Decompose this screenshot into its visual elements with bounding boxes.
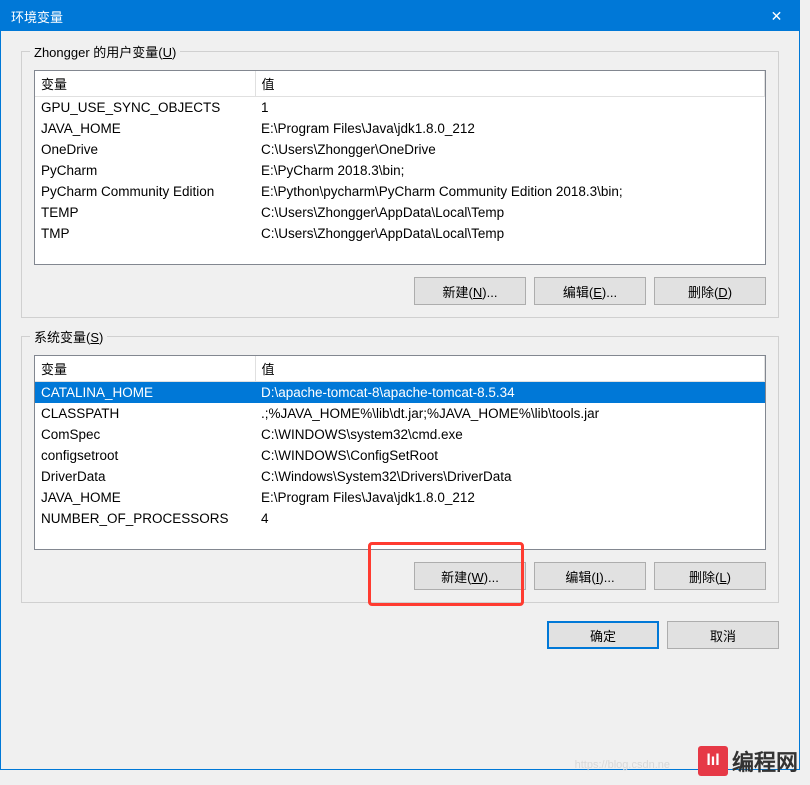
user-col-value[interactable]: 值 [255, 71, 765, 97]
ok-button[interactable]: 确定 [547, 621, 659, 649]
cell-value: C:\Windows\System32\Drivers\DriverData [255, 466, 765, 487]
system-variables-label: 系统变量(S) [30, 327, 107, 346]
table-row[interactable]: PyCharmE:\PyCharm 2018.3\bin; [35, 160, 765, 181]
cell-variable: DriverData [35, 466, 255, 487]
system-variables-table[interactable]: 变量 值 CATALINA_HOMED:\apache-tomcat-8\apa… [34, 355, 766, 550]
user-edit-button[interactable]: 编辑(E)... [534, 277, 646, 305]
table-row[interactable]: configsetrootC:\WINDOWS\ConfigSetRoot [35, 445, 765, 466]
cell-value: E:\Program Files\Java\jdk1.8.0_212 [255, 118, 765, 139]
cell-value: D:\apache-tomcat-8\apache-tomcat-8.5.34 [255, 382, 765, 404]
cell-variable: configsetroot [35, 445, 255, 466]
table-row[interactable]: ComSpecC:\WINDOWS\system32\cmd.exe [35, 424, 765, 445]
cell-value: C:\WINDOWS\ConfigSetRoot [255, 445, 765, 466]
system-col-value[interactable]: 值 [255, 356, 765, 382]
user-button-row: 新建(N)... 编辑(E)... 删除(D) [34, 277, 766, 305]
dialog-button-row: 确定 取消 [21, 621, 779, 649]
environment-variables-dialog: 环境变量 ✕ Zhongger 的用户变量(U) 变量 值 G [0, 0, 800, 770]
system-edit-button[interactable]: 编辑(I)... [534, 562, 646, 590]
cell-variable: NUMBER_OF_PROCESSORS [35, 508, 255, 529]
cancel-button[interactable]: 取消 [667, 621, 779, 649]
user-col-variable[interactable]: 变量 [35, 71, 255, 97]
table-row[interactable]: GPU_USE_SYNC_OBJECTS1 [35, 97, 765, 119]
cell-variable: CATALINA_HOME [35, 382, 255, 404]
system-col-variable[interactable]: 变量 [35, 356, 255, 382]
table-row[interactable]: OneDriveC:\Users\Zhongger\OneDrive [35, 139, 765, 160]
table-row[interactable]: JAVA_HOMEE:\Program Files\Java\jdk1.8.0_… [35, 487, 765, 508]
cell-value: 1 [255, 97, 765, 119]
user-variables-label: Zhongger 的用户变量(U) [30, 42, 180, 61]
cell-value: E:\Program Files\Java\jdk1.8.0_212 [255, 487, 765, 508]
dialog-content: Zhongger 的用户变量(U) 变量 值 GPU_USE_SYNC_OBJE… [1, 31, 799, 769]
system-new-button[interactable]: 新建(W)... [414, 562, 526, 590]
table-row[interactable]: PyCharm Community EditionE:\Python\pycha… [35, 181, 765, 202]
table-row[interactable]: CATALINA_HOMED:\apache-tomcat-8\apache-t… [35, 382, 765, 404]
cell-value: C:\WINDOWS\system32\cmd.exe [255, 424, 765, 445]
system-variables-group: 系统变量(S) 变量 值 CATALINA_HOMED:\apache-tomc… [21, 336, 779, 603]
table-row[interactable]: JAVA_HOMEE:\Program Files\Java\jdk1.8.0_… [35, 118, 765, 139]
cell-value: E:\PyCharm 2018.3\bin; [255, 160, 765, 181]
system-button-row: 新建(W)... 编辑(I)... 删除(L) [34, 562, 766, 590]
cell-value: C:\Users\Zhongger\AppData\Local\Temp [255, 223, 765, 244]
cell-variable: PyCharm [35, 160, 255, 181]
cell-value: C:\Users\Zhongger\OneDrive [255, 139, 765, 160]
cell-value: 4 [255, 508, 765, 529]
titlebar: 环境变量 ✕ [1, 1, 799, 31]
table-row[interactable]: NUMBER_OF_PROCESSORS4 [35, 508, 765, 529]
table-row[interactable]: DriverDataC:\Windows\System32\Drivers\Dr… [35, 466, 765, 487]
cell-variable: OneDrive [35, 139, 255, 160]
system-delete-button[interactable]: 删除(L) [654, 562, 766, 590]
cell-variable: TMP [35, 223, 255, 244]
cell-value: E:\Python\pycharm\PyCharm Community Edit… [255, 181, 765, 202]
table-row[interactable]: CLASSPATH.;%JAVA_HOME%\lib\dt.jar;%JAVA_… [35, 403, 765, 424]
close-button[interactable]: ✕ [754, 1, 799, 31]
user-delete-button[interactable]: 删除(D) [654, 277, 766, 305]
cell-value: C:\Users\Zhongger\AppData\Local\Temp [255, 202, 765, 223]
cell-variable: GPU_USE_SYNC_OBJECTS [35, 97, 255, 119]
user-variables-table[interactable]: 变量 值 GPU_USE_SYNC_OBJECTS1JAVA_HOMEE:\Pr… [34, 70, 766, 265]
table-row[interactable]: TEMPC:\Users\Zhongger\AppData\Local\Temp [35, 202, 765, 223]
cell-variable: JAVA_HOME [35, 487, 255, 508]
cell-variable: JAVA_HOME [35, 118, 255, 139]
cell-variable: PyCharm Community Edition [35, 181, 255, 202]
cell-variable: TEMP [35, 202, 255, 223]
close-icon: ✕ [771, 8, 783, 25]
cell-variable: CLASSPATH [35, 403, 255, 424]
cell-variable: ComSpec [35, 424, 255, 445]
user-variables-group: Zhongger 的用户变量(U) 变量 值 GPU_USE_SYNC_OBJE… [21, 51, 779, 318]
table-row[interactable]: TMPC:\Users\Zhongger\AppData\Local\Temp [35, 223, 765, 244]
user-new-button[interactable]: 新建(N)... [414, 277, 526, 305]
window-title: 环境变量 [11, 7, 63, 26]
cell-value: .;%JAVA_HOME%\lib\dt.jar;%JAVA_HOME%\lib… [255, 403, 765, 424]
